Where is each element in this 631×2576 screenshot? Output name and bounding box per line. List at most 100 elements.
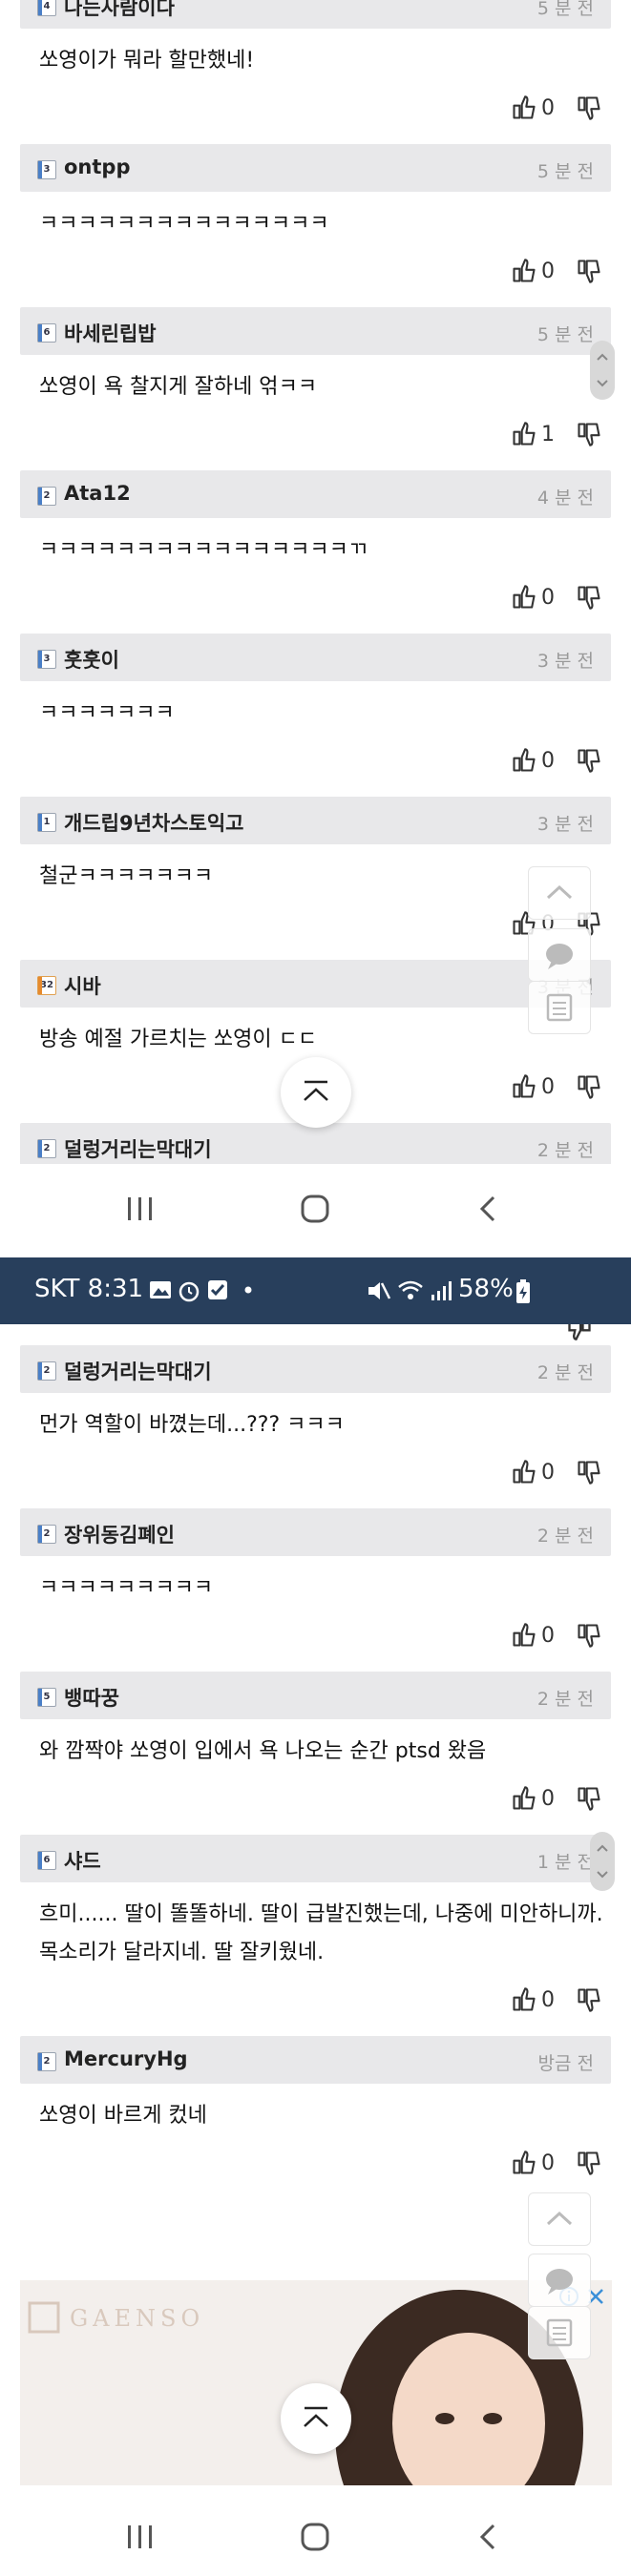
level-number: 6 bbox=[43, 327, 51, 338]
recent-apps-icon[interactable] bbox=[120, 2523, 158, 2551]
comment-nickname[interactable]: MercuryHg bbox=[64, 2047, 188, 2070]
dislike-icon[interactable] bbox=[576, 1622, 602, 1649]
dislike-icon[interactable] bbox=[576, 258, 602, 284]
like-icon[interactable] bbox=[511, 584, 537, 611]
comment-time: 2 분 전 bbox=[536, 1140, 594, 1161]
chat-button[interactable] bbox=[528, 2254, 591, 2307]
back-icon[interactable] bbox=[470, 2523, 508, 2551]
comment-item: 5 뱅따꿍 2 분 전와 깜짝야 쏘영이 입에서 욕 나오는 순간 ptsd 왔음 0 bbox=[0, 1672, 631, 1835]
dislike-icon[interactable] bbox=[576, 747, 602, 774]
comment-item: 2 MercuryHg 방금 전 쏘영이 바르게 컸네 0 bbox=[0, 2036, 631, 2199]
comment-actions: 0 bbox=[511, 584, 602, 611]
like-count: 0 bbox=[541, 1460, 555, 1485]
cut-header-strip bbox=[0, 1324, 631, 1345]
comment-item: 2 장위동김폐인 2 분 전 ㅋㅋㅋㅋㅋㅋㅋㅋㅋ 0 bbox=[0, 1508, 631, 1672]
status-bar: SKT 8:31 58% bbox=[0, 1257, 631, 1324]
like-icon[interactable] bbox=[511, 421, 537, 447]
comment-nickname[interactable]: ontpp bbox=[64, 156, 130, 178]
list-button[interactable] bbox=[528, 981, 591, 1034]
comment-nickname[interactable]: 바세린립밥 bbox=[64, 319, 157, 347]
comment-header: 32시바3 분 전 bbox=[20, 960, 611, 1008]
comment-time: 5 분 전 bbox=[536, 0, 594, 19]
list-icon bbox=[546, 2318, 573, 2347]
level-number: 2 bbox=[43, 2056, 51, 2067]
list-button[interactable] bbox=[528, 2306, 591, 2359]
comment-item: 3 훗훗이 3 분 전 ㅋㅋㅋㅋㅋㅋㅋ 0 bbox=[0, 634, 631, 797]
comment-nickname[interactable]: Ata12 bbox=[64, 482, 131, 505]
comment-nickname[interactable]: 샤드 bbox=[64, 1846, 101, 1875]
level-badge-icon: 6 bbox=[37, 323, 56, 343]
like-count: 0 bbox=[541, 1786, 555, 1811]
comment-text: 쏘영이가 뭐라 할만했네! bbox=[39, 49, 255, 73]
like-icon[interactable] bbox=[511, 258, 537, 284]
comment-time: 3 분 전 bbox=[536, 651, 594, 672]
comment-text: 쏘영이 바르게 컸네 bbox=[39, 2104, 207, 2128]
alarm-icon bbox=[179, 1281, 200, 1302]
dislike-icon[interactable] bbox=[576, 1986, 602, 2013]
recent-apps-icon[interactable] bbox=[120, 1195, 158, 1223]
level-number: 6 bbox=[43, 1855, 51, 1865]
gallery-notification-icon bbox=[150, 1281, 171, 1298]
home-icon[interactable] bbox=[296, 2523, 334, 2551]
dislike-icon[interactable] bbox=[576, 1459, 602, 1485]
chat-button[interactable] bbox=[528, 928, 591, 982]
comment-actions: 0 bbox=[511, 1459, 602, 1485]
comment-actions: 0 bbox=[511, 1073, 602, 1100]
comment-time: 5 분 전 bbox=[536, 324, 594, 345]
like-icon[interactable] bbox=[511, 747, 537, 774]
dislike-icon[interactable] bbox=[576, 94, 602, 121]
scrollbar-handle[interactable] bbox=[590, 341, 615, 400]
comment-time: 5 분 전 bbox=[536, 161, 594, 182]
comment-text: ㅋㅋㅋㅋㅋㅋㅋㅋㅋㅋㅋㅋㅋㅋㅋ bbox=[39, 212, 329, 230]
comment-header: 5 뱅따꿍 2 분 전 bbox=[20, 1672, 611, 1719]
scroll-chevrons-icon bbox=[597, 353, 608, 387]
comment-nickname[interactable]: 훗훗이 bbox=[64, 645, 119, 674]
comment-time: 1 분 전 bbox=[536, 1852, 594, 1873]
comment-text: 흐미...... 딸이 똘똘하네. 딸이 급발진했는데, 나중에 미안하니까. … bbox=[39, 1902, 603, 1964]
level-badge-icon: 2 bbox=[37, 1525, 56, 1544]
comment-item: 2 덜렁거리는막대기 2 분 전 bbox=[0, 1123, 631, 1164]
like-icon[interactable] bbox=[511, 94, 537, 121]
level-badge-icon: 1 bbox=[37, 813, 56, 832]
like-icon[interactable] bbox=[511, 1073, 537, 1100]
like-icon[interactable] bbox=[511, 1622, 537, 1649]
level-number: 3 bbox=[43, 164, 51, 175]
dislike-icon[interactable] bbox=[576, 1785, 602, 1812]
dislike-icon[interactable] bbox=[576, 421, 602, 447]
comment-actions: 0 bbox=[511, 2150, 602, 2176]
scroll-to-top-button[interactable] bbox=[281, 2383, 351, 2454]
like-icon[interactable] bbox=[511, 1986, 537, 2013]
scrollbar-handle[interactable] bbox=[590, 1832, 615, 1891]
dislike-icon[interactable] bbox=[576, 584, 602, 611]
comment-nickname[interactable]: 나는사람이다 bbox=[64, 0, 175, 21]
scroll-up-button[interactable] bbox=[528, 2192, 591, 2246]
comment-nickname[interactable]: 뱅따꿍 bbox=[64, 1683, 119, 1712]
comment-time: 4 분 전 bbox=[536, 488, 594, 509]
scroll-up-button[interactable] bbox=[528, 866, 591, 920]
dislike-icon[interactable] bbox=[576, 1073, 602, 1100]
android-navigation-bar-bottom bbox=[0, 2498, 631, 2574]
comment-nickname[interactable]: 개드립9년차스토익고 bbox=[64, 808, 244, 837]
back-icon[interactable] bbox=[470, 1195, 508, 1223]
scroll-to-top-button[interactable] bbox=[281, 1057, 351, 1128]
level-number: 2 bbox=[43, 1365, 51, 1376]
comment-text: ㅋㅋㅋㅋㅋㅋㅋㅋㅋ bbox=[39, 1576, 214, 1594]
android-navigation-bar bbox=[0, 1170, 631, 1246]
scroll-chevrons-icon bbox=[597, 1844, 608, 1879]
comment-nickname[interactable]: 장위동김폐인 bbox=[64, 1520, 175, 1548]
home-icon[interactable] bbox=[296, 1195, 334, 1223]
level-number: 2 bbox=[43, 1528, 51, 1539]
level-badge-icon: 2 bbox=[37, 487, 56, 506]
comment-nickname[interactable]: 덜렁거리는막대기 bbox=[64, 1134, 212, 1163]
dislike-icon[interactable] bbox=[576, 2150, 602, 2176]
like-icon[interactable] bbox=[511, 1459, 537, 1485]
level-number: 2 bbox=[43, 1143, 51, 1153]
level-number: 4 bbox=[43, 1, 51, 11]
comment-nickname[interactable]: 시바 bbox=[64, 971, 101, 1000]
comment-nickname[interactable]: 덜렁거리는막대기 bbox=[64, 1357, 212, 1385]
comment-item: 2 덜렁거리는막대기 2 분 전 먼가 역할이 바꼈는데...??? ㅋㅋㅋ 0 bbox=[0, 1345, 631, 1508]
like-count: 0 bbox=[541, 748, 555, 773]
comment-header: 1 개드립9년차스토익고 3 분 전 bbox=[20, 797, 611, 844]
like-icon[interactable] bbox=[511, 1785, 537, 1812]
like-icon[interactable] bbox=[511, 2150, 537, 2176]
